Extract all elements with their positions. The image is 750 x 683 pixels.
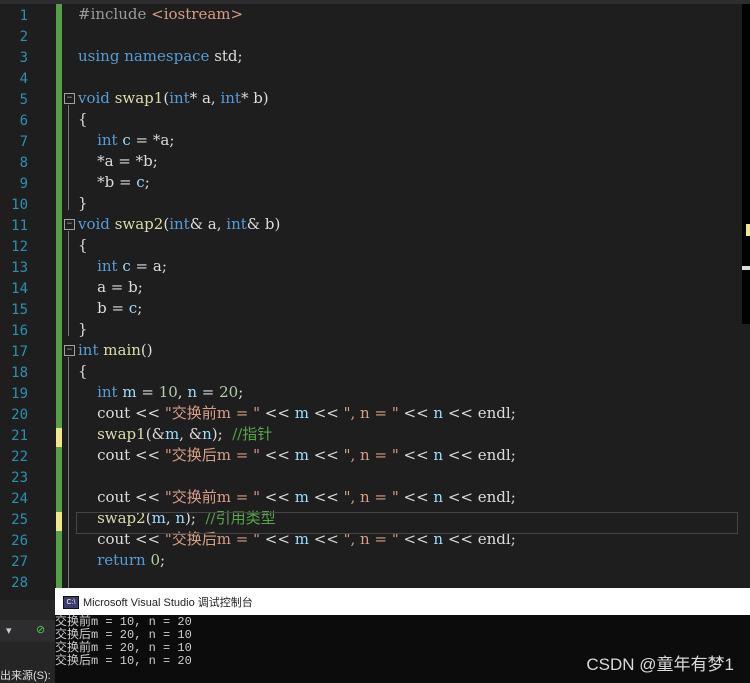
line-number: 1 <box>19 8 28 24</box>
scrollbar-position-marker <box>742 266 750 270</box>
output-side-panel: ▾ ⊘ 出来源(S): <box>0 600 55 683</box>
line-number: 23 <box>11 470 28 486</box>
console-output: 交换前m = 10, n = 20 交换后m = 20, n = 10 交换前m =… <box>55 616 192 668</box>
line-number: 4 <box>19 71 28 87</box>
line-number: 18 <box>11 365 28 381</box>
check-circle-icon: ⊘ <box>36 624 46 636</box>
line-number: 11 <box>11 218 28 234</box>
code-line[interactable]: void swap1(int* a, int* b) <box>78 88 269 109</box>
code-line[interactable]: } <box>78 319 88 340</box>
code-line[interactable]: cout << "交换前m = " << m << ", n = " << n … <box>78 403 516 424</box>
code-line[interactable]: int c = a; <box>78 256 167 277</box>
fold-collapse-icon[interactable]: − <box>64 93 75 104</box>
code-area[interactable]: #include <iostream> using namespace std; v… <box>62 4 740 600</box>
line-number: 6 <box>19 113 28 129</box>
code-line[interactable]: } <box>78 193 88 214</box>
line-number: 13 <box>11 260 28 276</box>
line-number: 17 <box>11 344 28 360</box>
code-editor[interactable]: 1 2 3 4 5 6 7 8 9 10 11 12 13 14 15 16 17 18 19 20 21 22 23 24 2… <box>0 0 750 600</box>
line-number: 25 <box>11 512 28 528</box>
line-number: 26 <box>11 533 28 549</box>
code-line[interactable]: cout << "交换后m = " << m << ", n = " << n … <box>78 445 516 466</box>
scope-guide-line <box>68 105 69 210</box>
code-line[interactable]: void swap2(int& a, int& b) <box>78 214 280 235</box>
output-source-label: 出来源(S): <box>0 670 51 682</box>
line-number: 22 <box>11 449 28 465</box>
code-line[interactable]: #include <iostream> <box>78 4 243 25</box>
code-line[interactable]: int main() <box>78 340 153 361</box>
scope-guide-line <box>68 231 69 336</box>
line-number: 20 <box>11 407 28 423</box>
line-number: 15 <box>11 302 28 318</box>
code-line[interactable]: return 0; <box>78 550 165 571</box>
console-output-line: 交换后m = 10, n = 20 <box>55 654 192 668</box>
line-number: 14 <box>11 281 28 297</box>
fold-collapse-icon[interactable]: − <box>64 219 75 230</box>
code-line[interactable]: { <box>78 361 88 382</box>
line-number: 27 <box>11 554 28 570</box>
line-number: 19 <box>11 386 28 402</box>
line-number: 16 <box>11 323 28 339</box>
console-app-icon: C:\ <box>63 596 79 609</box>
line-number: 7 <box>19 134 28 150</box>
code-line[interactable]: a = b; <box>78 277 143 298</box>
current-line-highlight <box>76 512 738 534</box>
debug-console-window[interactable]: C:\ Microsoft Visual Studio 调试控制台 交换前m =… <box>55 588 750 683</box>
vertical-scrollbar[interactable] <box>742 4 750 324</box>
fold-collapse-icon[interactable]: − <box>64 345 75 356</box>
scope-guide-line <box>68 357 69 588</box>
code-line[interactable]: { <box>78 235 88 256</box>
line-number: 10 <box>11 197 28 213</box>
code-line[interactable]: using namespace std; <box>78 46 243 67</box>
line-number: 2 <box>19 29 28 45</box>
dropdown-arrow-icon[interactable]: ▾ <box>6 624 12 637</box>
code-line[interactable]: *a = *b; <box>78 151 158 172</box>
line-number: 28 <box>11 575 28 591</box>
scrollbar-change-marker <box>746 224 750 236</box>
code-line[interactable]: swap1(&m, &n); //指针 <box>78 424 272 445</box>
code-line[interactable]: int m = 10, n = 20; <box>78 382 243 403</box>
code-line[interactable]: int c = *a; <box>78 130 174 151</box>
line-number-gutter: 1 2 3 4 5 6 7 8 9 10 11 12 13 14 15 16 17 18 19 20 21 22 23 24 2… <box>0 4 55 600</box>
line-number: 12 <box>11 239 28 255</box>
code-line[interactable]: *b = c; <box>78 172 150 193</box>
code-line[interactable]: { <box>78 109 88 130</box>
console-title: Microsoft Visual Studio 调试控制台 <box>83 597 253 609</box>
console-title-bar[interactable]: C:\ Microsoft Visual Studio 调试控制台 <box>55 588 750 615</box>
line-number: 3 <box>19 50 28 66</box>
line-number: 9 <box>19 176 28 192</box>
line-number: 24 <box>11 491 28 507</box>
code-line[interactable]: cout << "交换前m = " << m << ", n = " << n … <box>78 487 516 508</box>
line-number: 5 <box>19 92 28 108</box>
output-toolbar[interactable]: ▾ ⊘ <box>0 620 55 642</box>
watermark: CSDN @童年有梦1 <box>586 655 734 674</box>
line-number: 21 <box>11 428 28 444</box>
line-number: 8 <box>19 155 28 171</box>
code-line[interactable]: b = c; <box>78 298 142 319</box>
